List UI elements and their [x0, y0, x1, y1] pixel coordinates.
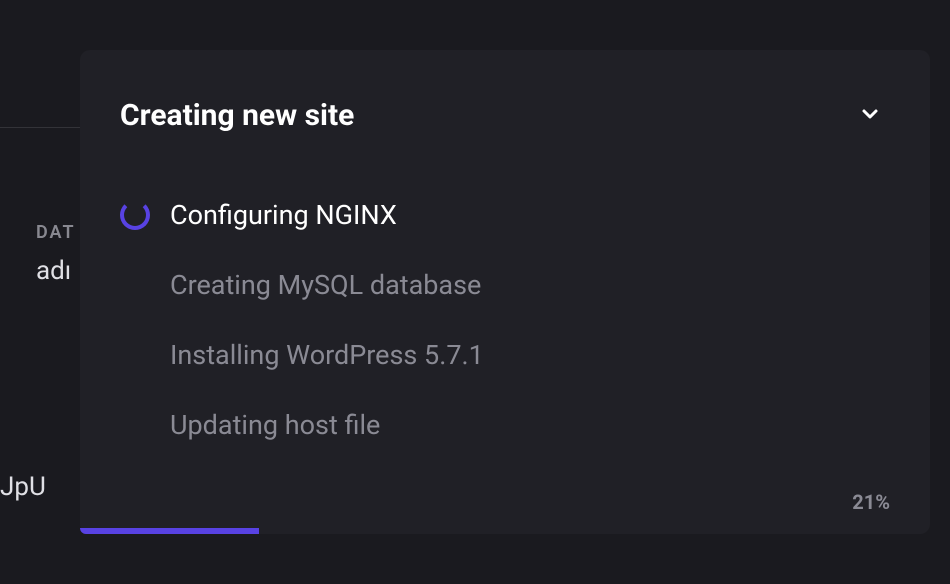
step-label: Creating MySQL database	[170, 269, 481, 301]
step-item: Creating MySQL database	[120, 269, 890, 301]
chevron-down-icon[interactable]	[858, 102, 882, 130]
step-item: Installing WordPress 5.7.1	[120, 339, 890, 371]
step-label: Installing WordPress 5.7.1	[170, 339, 484, 371]
background-text-2: JpU	[0, 472, 46, 502]
progress-bar	[80, 528, 259, 534]
progress-percent: 21%	[852, 490, 890, 514]
step-item: Updating host file	[120, 409, 890, 441]
spinner-icon	[120, 200, 150, 230]
background-label: DAT	[36, 222, 76, 243]
panel-title: Creating new site	[120, 98, 354, 133]
steps-list: Configuring NGINX Creating MySQL databas…	[80, 133, 930, 441]
background-text-1: adı	[36, 256, 71, 286]
step-label: Configuring NGINX	[170, 199, 397, 231]
background-divider	[0, 127, 80, 128]
creating-site-panel: Creating new site Configuring NGINX Crea…	[80, 50, 930, 534]
panel-header: Creating new site	[80, 50, 930, 133]
step-label: Updating host file	[170, 409, 380, 441]
step-item: Configuring NGINX	[120, 199, 890, 231]
